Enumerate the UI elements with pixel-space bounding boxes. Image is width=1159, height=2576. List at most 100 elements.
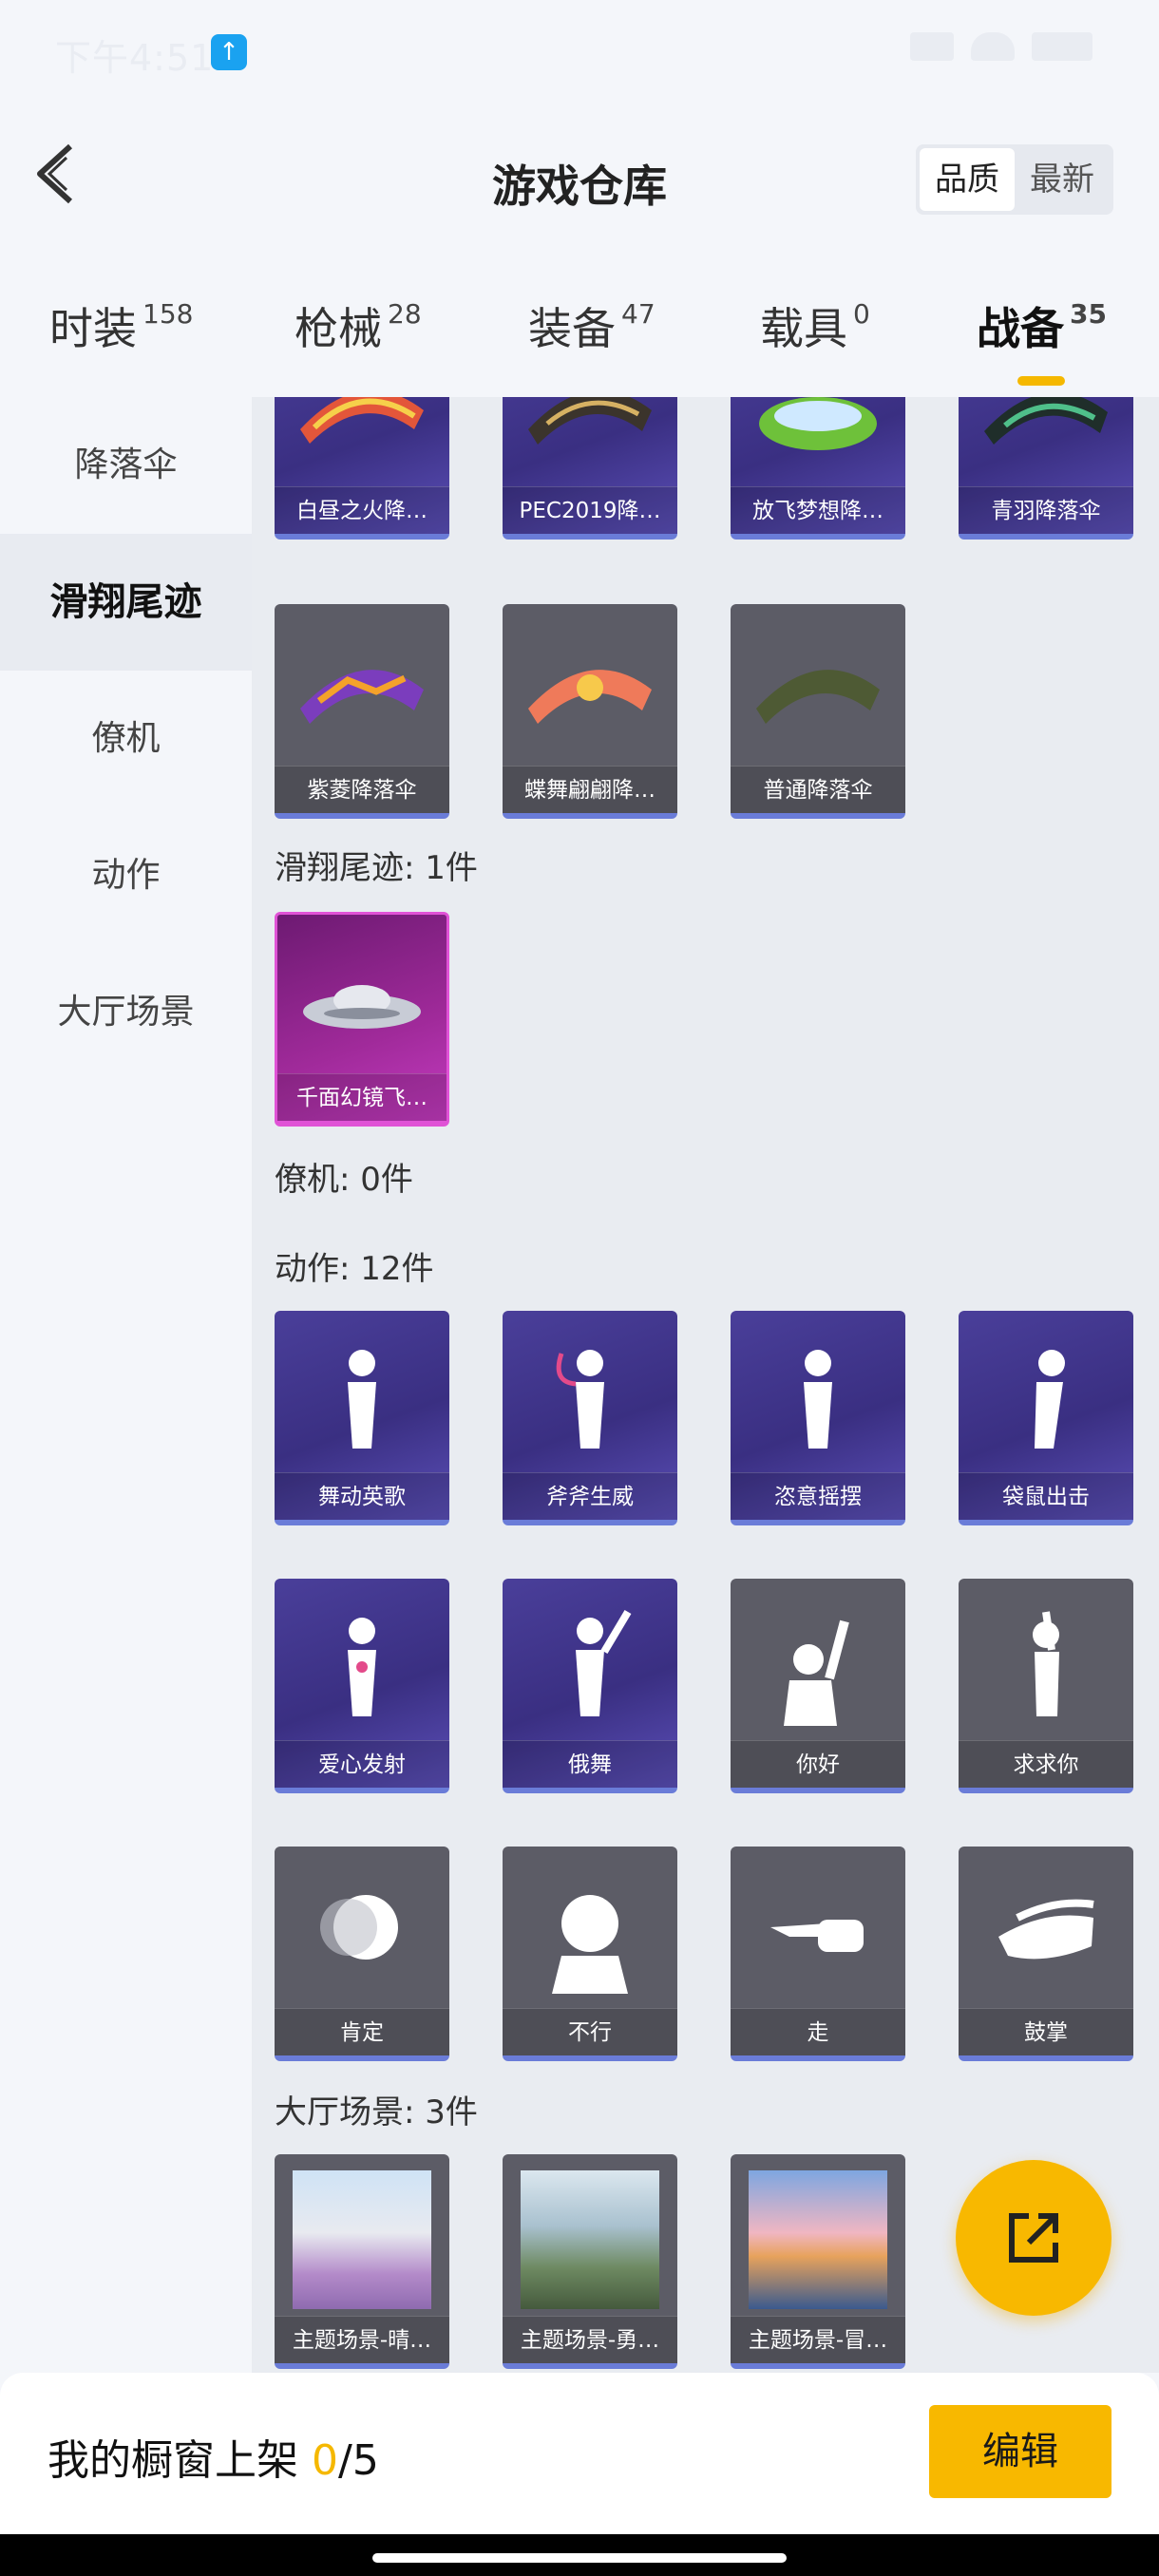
item-label: 走 — [731, 2008, 905, 2055]
parachute-icon — [503, 397, 677, 496]
pray-figure-icon — [959, 1579, 1133, 1750]
item-card[interactable]: 主题场景-晴… — [275, 2154, 449, 2369]
item-card[interactable]: 千面幻镜飞… — [275, 912, 449, 1127]
item-label: 求求你 — [959, 1740, 1133, 1788]
sidebar-item-wingman[interactable]: 僚机 — [0, 671, 252, 807]
item-card[interactable]: 蝶舞翩翩降… — [503, 604, 677, 819]
header: 游戏仓库 品质 最新 — [0, 104, 1159, 247]
item-label: 主题场景-晴… — [275, 2316, 449, 2363]
dance-figure-icon — [503, 1311, 677, 1482]
section-title-glide: 滑翔尾迹: 1件 — [275, 849, 478, 887]
parachute-icon — [275, 397, 449, 496]
item-card[interactable]: 肯定 — [275, 1847, 449, 2061]
category-tabs: 时装 158 枪械 28 装备 47 载具 0 战备 35 — [0, 275, 1159, 397]
item-card[interactable]: 斧斧生威 — [503, 1311, 677, 1525]
glide-grid: 千面幻镜飞… — [275, 912, 1159, 1127]
item-label: 鼓掌 — [959, 2008, 1133, 2055]
tab-combat-gear[interactable]: 战备 35 — [977, 294, 1107, 386]
item-card[interactable]: 普通降落伞 — [731, 604, 905, 819]
status-bar: 下午4:51 ↑ — [0, 0, 1159, 104]
item-card[interactable]: 袋鼠出击 — [959, 1311, 1133, 1525]
tab-label: 战备 — [977, 303, 1064, 354]
scene-thumbnail — [503, 2154, 677, 2325]
tab-fashion[interactable]: 时装 158 — [49, 294, 193, 357]
item-card[interactable]: 求求你 — [959, 1579, 1133, 1793]
item-label: 恣意摇摆 — [731, 1472, 905, 1520]
item-card[interactable]: 舞动英歌 — [275, 1311, 449, 1525]
edit-button[interactable]: 编辑 — [929, 2405, 1112, 2498]
item-card[interactable]: 不行 — [503, 1847, 677, 2061]
showcase-total: /5 — [338, 2436, 379, 2485]
item-card[interactable]: PEC2019降… — [503, 397, 677, 540]
sort-toggle: 品质 最新 — [916, 144, 1113, 215]
item-card[interactable]: 主题场景-冒… — [731, 2154, 905, 2369]
sort-quality[interactable]: 品质 — [920, 148, 1015, 211]
tab-count: 35 — [1070, 298, 1107, 330]
shake-head-icon — [503, 1847, 677, 2017]
item-label: 袋鼠出击 — [959, 1472, 1133, 1520]
tab-vehicles[interactable]: 载具 0 — [760, 294, 870, 357]
tab-label: 枪械 — [294, 303, 382, 354]
share-button[interactable] — [956, 2160, 1112, 2316]
page: { "status": { "time": "下午4:51", "upload_… — [0, 0, 1159, 2576]
item-card[interactable]: 白昼之火降… — [275, 397, 449, 540]
dance-figure-icon — [959, 1311, 1133, 1482]
battery-icon — [1032, 32, 1092, 61]
item-card[interactable]: 走 — [731, 1847, 905, 2061]
showcase-current: 0 — [312, 2436, 338, 2485]
tab-guns[interactable]: 枪械 28 — [294, 294, 422, 357]
tab-count: 0 — [853, 298, 870, 330]
item-card[interactable]: 主题场景-勇… — [503, 2154, 677, 2369]
scene-thumbnail — [275, 2154, 449, 2325]
item-card[interactable]: 放飞梦想降… — [731, 397, 905, 540]
item-label: 蝶舞翩翩降… — [503, 766, 677, 813]
item-card[interactable]: 俄舞 — [503, 1579, 677, 1793]
tab-label: 载具 — [760, 303, 847, 354]
item-label: 俄舞 — [503, 1740, 677, 1788]
tab-equipment[interactable]: 装备 47 — [528, 294, 656, 357]
sort-latest[interactable]: 最新 — [1015, 148, 1110, 211]
tab-label: 装备 — [528, 303, 616, 354]
sidebar-item-parachute[interactable]: 降落伞 — [0, 397, 252, 534]
dance-figure-icon — [503, 1579, 677, 1750]
section-title-wingman: 僚机: 0件 — [275, 1161, 413, 1199]
status-time: 下午4:51 — [55, 37, 215, 79]
item-label: 肯定 — [275, 2008, 449, 2055]
parachute-icon — [731, 604, 905, 775]
tab-active-indicator — [1017, 376, 1066, 386]
item-label: PEC2019降… — [503, 486, 677, 534]
clap-hands-icon — [959, 1847, 1133, 2017]
sidebar-item-emotes[interactable]: 动作 — [0, 807, 252, 944]
heart-figure-icon — [275, 1579, 449, 1750]
item-label: 你好 — [731, 1740, 905, 1788]
item-card[interactable]: 鼓掌 — [959, 1847, 1133, 2061]
parachute-icon — [275, 604, 449, 775]
item-card[interactable]: 恣意摇摆 — [731, 1311, 905, 1525]
item-label: 放飞梦想降… — [731, 486, 905, 534]
showcase-label: 我的橱窗上架 — [48, 2436, 312, 2485]
item-label: 舞动英歌 — [275, 1472, 449, 1520]
item-card[interactable]: 你好 — [731, 1579, 905, 1793]
item-label: 主题场景-冒… — [731, 2316, 905, 2363]
tab-count: 158 — [142, 298, 194, 330]
item-card[interactable]: 青羽降落伞 — [959, 397, 1133, 540]
parachute-grid: 紫菱降落伞 蝶舞翩翩降… 普通降落伞 — [275, 604, 1159, 819]
item-card[interactable]: 紫菱降落伞 — [275, 604, 449, 819]
item-label: 主题场景-勇… — [503, 2316, 677, 2363]
item-label: 不行 — [503, 2008, 677, 2055]
item-card[interactable]: 爱心发射 — [275, 1579, 449, 1793]
item-label: 青羽降落伞 — [959, 486, 1133, 534]
pointing-hand-icon — [731, 1847, 905, 2017]
home-indicator[interactable] — [372, 2553, 787, 2563]
upload-icon: ↑ — [211, 34, 247, 70]
emote-grid: 舞动英歌 斧斧生威 恣意摇摆 袋鼠出击 爱心发射 俄舞 你好 求求你 肯定 不行… — [275, 1311, 1159, 2061]
parachute-icon — [503, 604, 677, 775]
ufo-icon — [277, 915, 446, 1086]
sidebar-item-glide-trail[interactable]: 滑翔尾迹 — [0, 534, 252, 671]
item-list[interactable]: 白昼之火降… PEC2019降… 放飞梦想降… 青羽降落伞 紫菱降落伞 蝶舞翩翩… — [252, 397, 1159, 2373]
signal-icon — [910, 32, 954, 61]
sidebar-item-lobby[interactable]: 大厅场景 — [0, 944, 252, 1081]
tab-count: 47 — [621, 298, 656, 330]
tab-count: 28 — [388, 298, 422, 330]
system-icons — [910, 32, 1092, 61]
